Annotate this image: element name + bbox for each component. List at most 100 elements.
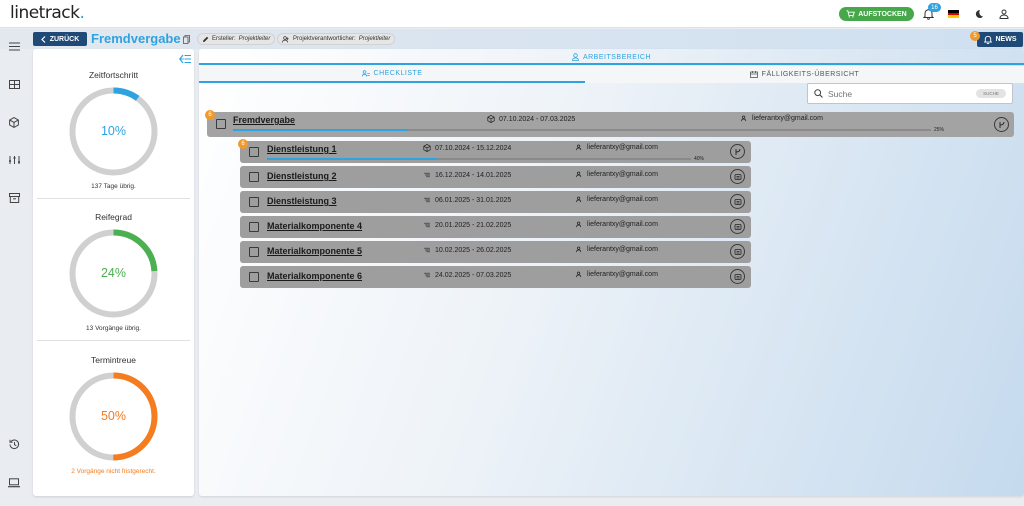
checklist-item-row[interactable]: Materialkomponente 4 20.01.2025 - 21.02.…: [240, 216, 751, 238]
list-lines-icon: [424, 222, 430, 228]
back-button[interactable]: ZURÜCK: [33, 32, 87, 46]
list-lines-icon: [424, 197, 430, 203]
creator-value: Projektleiter: [238, 36, 271, 42]
progress-panel: Zeitfortschritt 10% 137 Tage übrig. Reif…: [33, 49, 194, 496]
branch-icon: [999, 121, 1004, 128]
list-lines-icon: [424, 247, 430, 253]
kpi-value: 50%: [100, 409, 127, 423]
checklist-item-row[interactable]: Materialkomponente 5 10.02.2025 - 26.02.…: [240, 241, 751, 263]
row-title[interactable]: Fremdvergabe: [233, 115, 295, 125]
progress-label: 40%: [694, 156, 705, 162]
checklist-parent-row[interactable]: Fremdvergabe 07.10.2024 - 07.03.2025 lie…: [205, 110, 1014, 137]
tab-bar: CHECKLISTE FÄLLIGKEITS-ÜBERSICHT: [199, 66, 1024, 83]
german-flag-icon[interactable]: [948, 10, 959, 18]
main-content: ARBEITSBEREICH CHECKLISTE FÄLLIGKEITS-ÜB…: [199, 49, 1024, 496]
row-checkbox[interactable]: [249, 247, 259, 257]
list-lines-icon: [424, 172, 430, 178]
dates-text: 20.01.2025 - 21.02.2025: [435, 221, 512, 229]
list-lines-icon: [424, 272, 430, 278]
checklist-item-row[interactable]: Dienstleistung 2 16.12.2024 - 14.01.2025…: [240, 166, 751, 188]
user-group-icon: [282, 35, 289, 43]
page-header: ZURÜCK Fremdvergabe Ersteller: Projektlei…: [0, 29, 1024, 49]
row-action-button[interactable]: [730, 194, 745, 209]
aufstocken-button[interactable]: AUFSTOCKEN: [839, 7, 914, 21]
row-dates: 06.01.2025 - 31.01.2025: [423, 196, 511, 204]
row-title[interactable]: Materialkomponente 5: [267, 246, 362, 256]
nav-products[interactable]: [7, 115, 21, 129]
kpi-title: Termintreue: [91, 355, 136, 365]
tab-faelligkeits-uebersicht[interactable]: FÄLLIGKEITS-ÜBERSICHT: [585, 66, 1024, 83]
news-button[interactable]: NEWS: [977, 32, 1023, 47]
row-checkbox[interactable]: [249, 147, 259, 157]
dark-mode-toggle[interactable]: [972, 7, 986, 21]
email-text: lieferantxy@gmail.com: [587, 144, 658, 151]
dates-text: 16.12.2024 - 14.01.2025: [435, 171, 512, 179]
kpi-zeitfortschritt: Zeitfortschritt 10% 137 Tage übrig.: [37, 66, 190, 196]
archive-icon: [8, 193, 20, 203]
row-title[interactable]: Dienstleistung 3: [267, 196, 337, 206]
app-logo[interactable]: linetrack.: [10, 3, 85, 23]
nav-archive[interactable]: [7, 191, 21, 205]
calendar-icon: [749, 71, 758, 78]
owner-chip: Projektverantwortlicher: Projektleiter: [277, 33, 396, 45]
nav-workstation[interactable]: [7, 476, 21, 490]
subtask-count-badge: 6: [205, 110, 215, 120]
user-icon: [576, 271, 582, 278]
email-text: lieferantxy@gmail.com: [752, 115, 823, 122]
email-text: lieferantxy@gmail.com: [587, 196, 658, 203]
dates-text: 10.02.2025 - 26.02.2025: [435, 246, 512, 254]
collapse-sidebar-icon[interactable]: [179, 54, 191, 64]
copy-icon[interactable]: [183, 35, 190, 44]
kpi-value: 10%: [100, 124, 127, 138]
checklist-item-row[interactable]: Dienstleistung 1 07.10.2024 - 15.12.2024…: [238, 139, 751, 163]
chevron-left-icon: [40, 35, 46, 43]
list-icon: [734, 198, 741, 205]
progress-fill: [267, 158, 437, 160]
row-assignee: lieferantxy@gmail.com: [576, 144, 658, 151]
row-title[interactable]: Materialkomponente 6: [267, 271, 362, 281]
cart-plus-icon: [846, 10, 856, 18]
search-input[interactable]: [828, 88, 978, 99]
row-dates: 24.02.2025 - 07.03.2025: [423, 271, 511, 279]
row-title[interactable]: Dienstleistung 1: [267, 144, 337, 154]
row-action-button[interactable]: [730, 219, 745, 234]
menu-button[interactable]: [7, 39, 21, 53]
pencil-icon: [203, 36, 209, 42]
row-checkbox[interactable]: [249, 222, 259, 232]
creator-chip: Ersteller: Projektleiter: [197, 33, 276, 45]
top-bar: linetrack. AUFSTOCKEN 16: [0, 0, 1024, 28]
row-checkbox[interactable]: [216, 119, 226, 129]
row-checkbox[interactable]: [249, 172, 259, 182]
cube-icon: [487, 115, 495, 123]
search-button[interactable]: SUCHE: [976, 89, 1006, 98]
nav-dashboard[interactable]: [7, 77, 21, 91]
list-icon: [734, 173, 741, 180]
nav-settings[interactable]: [7, 153, 21, 167]
row-checkbox[interactable]: [249, 272, 259, 282]
moon-icon: [975, 9, 983, 18]
tab-arbeitsbereich[interactable]: ARBEITSBEREICH: [199, 51, 1024, 65]
row-action-button[interactable]: [730, 169, 745, 184]
progress-fill: [233, 129, 408, 131]
row-action-button[interactable]: [730, 244, 745, 259]
tab-checkliste[interactable]: CHECKLISTE: [199, 66, 585, 83]
dates-text: 07.10.2024 - 07.03.2025: [499, 115, 576, 123]
row-assignee: lieferantxy@gmail.com: [576, 196, 658, 203]
row-action-button[interactable]: [730, 269, 745, 284]
user-icon: [576, 221, 582, 228]
creator-label: Ersteller:: [212, 36, 236, 42]
search-box: SUCHE: [807, 83, 1013, 104]
row-action-button[interactable]: [730, 144, 745, 159]
divider: [37, 340, 190, 341]
row-title[interactable]: Materialkomponente 4: [267, 221, 362, 231]
row-checkbox[interactable]: [249, 197, 259, 207]
kpi-reifegrad: Reifegrad 24% 13 Vorgänge übrig.: [37, 209, 190, 339]
nav-history[interactable]: [7, 437, 21, 451]
row-action-button[interactable]: [994, 117, 1009, 132]
back-label: ZURÜCK: [49, 35, 80, 43]
row-title[interactable]: Dienstleistung 2: [267, 171, 337, 181]
checklist-item-row[interactable]: Dienstleistung 3 06.01.2025 - 31.01.2025…: [240, 191, 751, 213]
user-menu-button[interactable]: [997, 7, 1011, 21]
checklist-item-row[interactable]: Materialkomponente 6 24.02.2025 - 07.03.…: [240, 266, 751, 288]
row-progress-bar: [233, 129, 931, 131]
